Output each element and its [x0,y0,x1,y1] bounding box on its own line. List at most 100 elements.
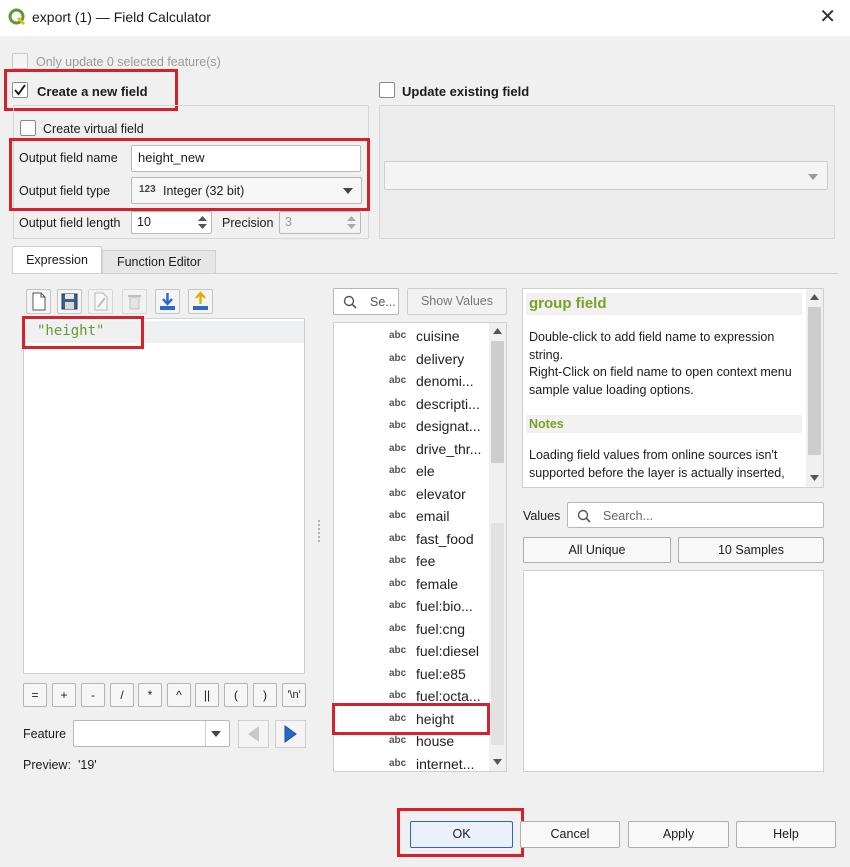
previous-feature-button[interactable] [238,720,269,748]
close-icon[interactable]: ✕ [819,6,836,28]
highlight-box-output-field [9,138,370,211]
export-button[interactable] [188,289,213,314]
title-bar: export (1) — Field Calculator ✕ [0,0,850,36]
scroll-down-icon[interactable] [493,759,502,765]
precision-label: Precision [222,216,274,230]
precision-spinbox[interactable]: 3 [279,211,361,234]
apply-button[interactable]: Apply [628,821,729,848]
spin-arrows-icon[interactable] [347,215,356,230]
string-type-icon: abc [389,577,407,589]
string-type-icon: abc [389,442,407,454]
field-list-item[interactable]: abc delivery [334,348,488,371]
string-type-icon: abc [389,487,407,499]
string-type-icon: abc [389,555,407,566]
save-button[interactable] [57,289,82,314]
field-name: ele [416,463,435,479]
field-name: delivery [416,350,465,367]
field-list-scrollbar[interactable] [489,323,506,771]
output-field-length-spinbox[interactable]: 10 [131,211,212,234]
search-icon [577,509,591,523]
field-list-item[interactable]: abc fuel:bio... [334,595,488,618]
only-update-checkbox[interactable] [12,53,28,69]
edit-button[interactable] [88,289,113,314]
operator-power-button[interactable]: ^ [167,683,191,707]
precision-value: 3 [285,215,292,229]
operator-divide-button[interactable]: / [110,683,134,707]
scroll-down-icon[interactable] [810,475,819,481]
save-icon [61,293,78,310]
field-list-item[interactable]: abc email [334,505,488,528]
field-list-scroll-thumb[interactable] [491,341,504,463]
field-list-item[interactable]: abc fee [334,550,488,573]
field-search-input[interactable]: Se... [333,288,399,315]
feature-select[interactable] [73,720,230,747]
values-search-input[interactable]: Search... [567,502,824,528]
update-existing-checkbox[interactable] [379,82,395,98]
highlight-box-height-field [332,703,490,735]
create-virtual-field-checkbox[interactable] [20,120,36,136]
help-button[interactable]: Help [736,821,836,848]
edit-icon [94,292,108,311]
show-values-button[interactable]: Show Values [407,288,507,315]
field-calculator-dialog: export (1) — Field Calculator ✕ Only upd… [0,0,850,867]
splitter-handle[interactable] [318,520,320,542]
operator-multiply-button[interactable]: * [138,683,162,707]
field-list-item[interactable]: abc elevator [334,483,488,506]
field-list-item[interactable]: abc drive_thr... [334,438,488,461]
help-scroll-thumb[interactable] [808,307,821,455]
operator-plus-button[interactable]: + [52,683,76,707]
tab-function-editor[interactable]: Function Editor [102,250,216,274]
highlight-box-expression [22,316,144,349]
feature-select-divider [205,721,206,746]
scroll-up-icon[interactable] [493,328,502,334]
field-list-item[interactable]: abc fuel:e85 [334,663,488,686]
string-type-icon: abc [389,510,407,521]
preview-label: Preview: [23,758,71,772]
values-search-placeholder: Search... [603,509,654,523]
all-unique-button[interactable]: All Unique [523,537,671,563]
new-file-button[interactable] [26,289,51,314]
values-list[interactable] [523,570,824,772]
string-type-icon: abc [389,757,407,769]
field-list-item[interactable]: abc female [334,573,488,596]
import-button[interactable] [155,289,180,314]
operator-equals-button[interactable]: = [23,683,47,707]
field-list-item[interactable]: abc fuel:cng [334,618,488,641]
cancel-button[interactable]: Cancel [520,821,620,848]
field-list-item[interactable]: abc descripti... [334,393,488,416]
operator-open-paren-button[interactable]: ( [224,683,248,707]
ten-samples-button[interactable]: 10 Samples [678,537,824,563]
help-panel: group field Double-click to add field na… [522,288,824,488]
field-list-item[interactable]: abc denomi... [334,370,488,393]
existing-field-select[interactable] [384,161,828,190]
download-icon [160,293,175,310]
tab-expression[interactable]: Expression [12,246,102,274]
operator-concat-button[interactable]: || [195,683,219,707]
qgis-logo-icon [8,8,26,26]
expression-editor[interactable]: "height" [23,318,305,674]
next-feature-button[interactable] [275,720,306,748]
field-name: fuel:octa... [416,688,481,704]
field-name: designat... [416,418,481,434]
chevron-down-icon [808,174,818,180]
field-list-item[interactable]: abc internet... [334,753,488,772]
string-type-icon: abc [389,667,407,679]
help-panel-scrollbar[interactable] [806,289,823,487]
field-list-scroll-track [491,523,504,745]
string-type-icon: abc [389,420,407,431]
field-list-item[interactable]: abc ele [334,460,488,483]
operator-newline-button[interactable]: '\n' [282,683,306,707]
notes-heading-band [526,415,802,433]
spin-arrows-icon[interactable] [198,215,207,230]
chevron-down-icon [211,731,221,737]
field-list-item[interactable]: abc fuel:diesel [334,640,488,663]
field-list-item[interactable]: abc designat... [334,415,488,438]
delete-button[interactable] [122,289,147,314]
operator-minus-button[interactable]: - [81,683,105,707]
field-list-item[interactable]: abc cuisine [334,325,488,348]
field-list-item[interactable]: abc fast_food [334,528,488,551]
field-name: fee [416,553,436,569]
field-name: elevator [416,485,466,502]
scroll-up-icon[interactable] [810,294,819,300]
operator-close-paren-button[interactable]: ) [253,683,277,707]
